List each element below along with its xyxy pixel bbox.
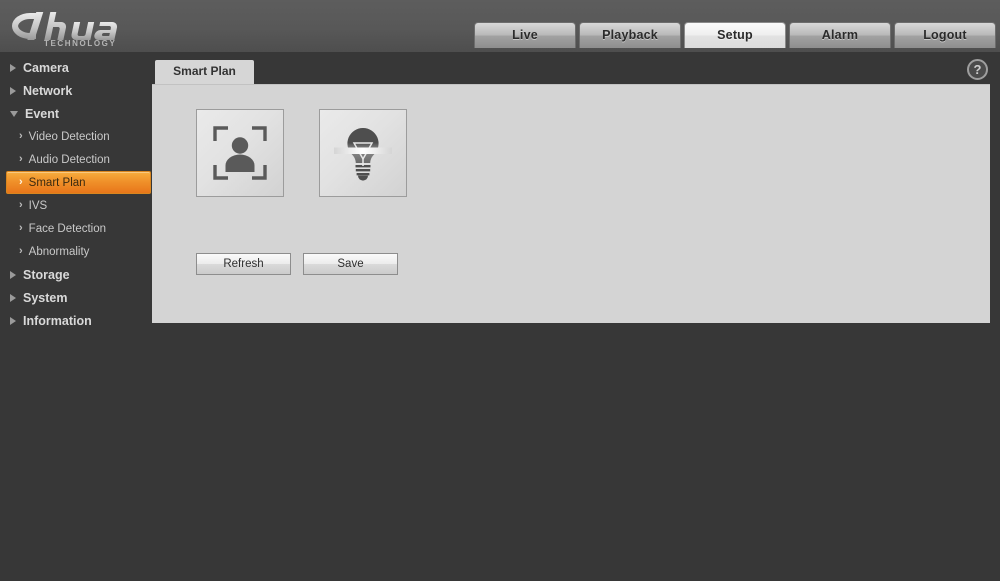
sidebar-navigation: Camera Network Event › Video Detection ›… [0,52,152,581]
chevron-down-icon [10,110,18,117]
help-icon[interactable]: ? [967,59,988,80]
smart-plan-panel: Refresh Save [152,84,990,323]
top-navigation[interactable]: Live Playback Setup Alarm Logout [474,22,996,48]
plan-option-face-detection[interactable] [196,109,284,197]
chevron-right-icon [10,86,16,95]
chevron-right-icon: › [19,199,23,211]
sidebar-label-ivs: IVS [28,199,48,212]
sidebar-label-storage: Storage [23,267,70,282]
chevron-right-icon: › [19,130,23,142]
sidebar-item-information[interactable]: Information [0,309,152,332]
chevron-right-icon [10,270,16,279]
sidebar-label-video-detection: Video Detection [28,130,110,143]
sidebar-label-smart-plan: Smart Plan [28,176,86,189]
face-detection-icon [213,126,267,180]
sidebar-item-ivs[interactable]: › IVS [7,194,151,217]
sidebar-item-storage[interactable]: Storage [0,263,152,286]
sidebar-item-system[interactable]: System [0,286,152,309]
sidebar-item-abnormality[interactable]: › Abnormality [7,240,151,263]
svg-text:TECHNOLOGY: TECHNOLOGY [44,39,116,48]
sidebar-label-event: Event [25,106,60,121]
sidebar-item-face-detection[interactable]: › Face Detection [7,217,151,240]
sidebar-item-network[interactable]: Network [0,79,152,102]
panel-action-buttons: Refresh Save [196,253,398,275]
panel-tab-strip: Smart Plan [155,60,254,84]
sidebar-label-abnormality: Abnormality [28,245,90,258]
sidebar-item-smart-plan[interactable]: › Smart Plan [6,171,151,194]
chevron-right-icon [10,316,16,325]
chevron-right-icon: › [19,222,23,234]
chevron-right-icon: › [19,153,23,165]
plan-option-group [196,109,407,197]
tab-smart-plan[interactable]: Smart Plan [155,60,254,84]
nav-tab-playback[interactable]: Playback [579,22,681,48]
sidebar-label-network: Network [23,83,73,98]
sidebar-label-face-detection: Face Detection [28,222,107,235]
sidebar-label-camera: Camera [23,60,69,75]
sidebar-label-information: Information [23,313,92,328]
sidebar-item-camera[interactable]: Camera [0,56,152,79]
chevron-right-icon: › [19,176,23,188]
sidebar-label-system: System [23,290,68,305]
plan-option-smart-lightbulb[interactable] [319,109,407,197]
sidebar-item-video-detection[interactable]: › Video Detection [7,125,151,148]
refresh-button[interactable]: Refresh [196,253,291,275]
sidebar-item-audio-detection[interactable]: › Audio Detection [7,148,151,171]
nav-tab-alarm[interactable]: Alarm [789,22,891,48]
save-button[interactable]: Save [303,253,398,275]
lightbulb-icon [334,127,392,181]
nav-tab-logout[interactable]: Logout [894,22,996,48]
chevron-right-icon: › [19,245,23,257]
sidebar-label-audio-detection: Audio Detection [28,153,110,166]
app-header: TECHNOLOGY Live Playback Setup Alarm Log… [0,0,1000,52]
chevron-right-icon [10,63,16,72]
nav-tab-setup[interactable]: Setup [684,22,786,48]
chevron-right-icon [10,293,16,302]
nav-tab-live[interactable]: Live [474,22,576,48]
dahua-logo: TECHNOLOGY [8,4,158,50]
sidebar-item-event[interactable]: Event [0,102,152,125]
